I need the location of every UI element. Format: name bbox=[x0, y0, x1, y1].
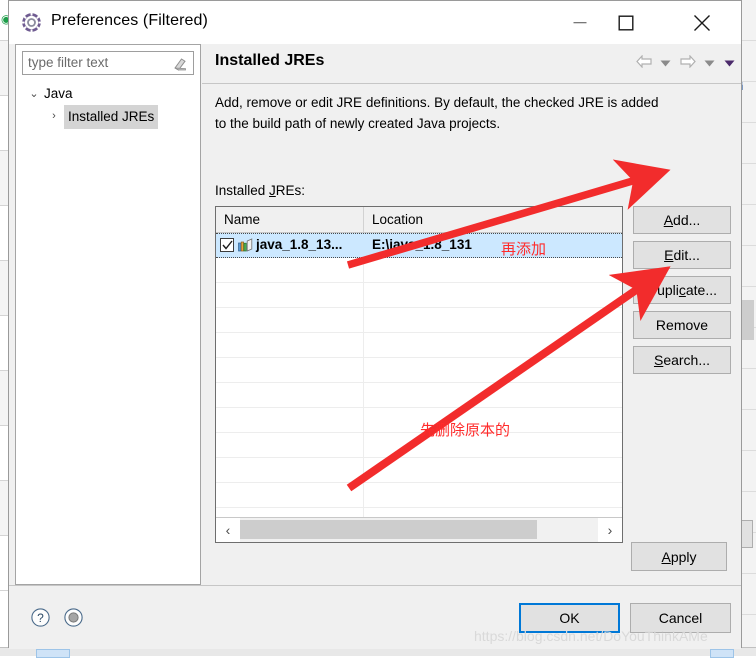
preferences-page-pane: Installed JREs Add, remove or edit JRE d… bbox=[202, 44, 741, 585]
jre-library-icon bbox=[238, 238, 253, 256]
preferences-dialog: Preferences (Filtered) type filter text bbox=[8, 0, 742, 649]
table-row[interactable] bbox=[216, 458, 622, 483]
table-cell-location: E:\java_1.8_131 bbox=[364, 234, 622, 257]
page-title: Installed JREs bbox=[215, 52, 325, 69]
back-dropdown-icon[interactable] bbox=[660, 55, 671, 70]
scrollbar-thumb[interactable] bbox=[240, 520, 537, 539]
column-header-location[interactable]: Location bbox=[364, 207, 622, 232]
dialog-body: type filter text ⌄ Java › Installed JREs bbox=[9, 44, 741, 585]
edit-button[interactable]: Edit... bbox=[633, 241, 731, 269]
page-header: Installed JREs bbox=[202, 44, 741, 84]
preferences-tree: ⌄ Java › Installed JREs bbox=[16, 83, 200, 129]
add-button[interactable]: Add... bbox=[633, 206, 731, 234]
table-row[interactable] bbox=[216, 308, 622, 333]
svg-text:?: ? bbox=[37, 611, 44, 625]
table-row[interactable] bbox=[216, 433, 622, 458]
table-header: Name Location bbox=[216, 207, 622, 233]
add-button-label: Add... bbox=[663, 212, 701, 228]
tree-item-installed-jres[interactable]: › Installed JREs bbox=[16, 105, 200, 129]
ok-button-label: OK bbox=[559, 610, 580, 626]
duplicate-button[interactable]: Duplicate... bbox=[633, 276, 731, 304]
preferences-tree-pane: type filter text ⌄ Java › Installed JREs bbox=[15, 44, 201, 585]
close-button[interactable] bbox=[679, 1, 725, 44]
forward-dropdown-icon[interactable] bbox=[704, 55, 715, 70]
view-menu-icon[interactable] bbox=[724, 55, 735, 70]
table-row[interactable] bbox=[216, 258, 622, 283]
installed-jres-label: Installed JREs: bbox=[215, 183, 305, 198]
table-cell-name-text: java_1.8_13... bbox=[256, 237, 343, 252]
apply-button[interactable]: Apply bbox=[631, 542, 727, 571]
preferences-gear-icon bbox=[21, 12, 42, 33]
cancel-button-label: Cancel bbox=[658, 610, 703, 626]
question-mark-icon[interactable]: ? bbox=[31, 608, 50, 630]
annotation-text-add: 再添加 bbox=[501, 241, 547, 258]
dialog-title: Preferences (Filtered) bbox=[51, 12, 208, 29]
row-checkbox[interactable] bbox=[220, 238, 234, 252]
scroll-right-arrow-icon[interactable]: › bbox=[598, 518, 622, 542]
chevron-right-icon[interactable]: › bbox=[46, 105, 62, 127]
filter-input-placeholder: type filter text bbox=[28, 55, 109, 70]
eraser-icon[interactable] bbox=[172, 57, 187, 74]
edit-button-label: Edit... bbox=[664, 247, 700, 263]
remove-button[interactable]: Remove bbox=[633, 311, 731, 339]
scroll-left-arrow-icon[interactable]: ‹ bbox=[216, 518, 240, 542]
tree-item-installed-jres-label: Installed JREs bbox=[64, 105, 159, 129]
table-row[interactable] bbox=[216, 358, 622, 383]
table-row[interactable]: java_1.8_13... E:\java_1.8_131 bbox=[216, 233, 622, 258]
table-row[interactable] bbox=[216, 408, 622, 433]
apply-button-label: Apply bbox=[661, 549, 697, 565]
scrollbar-track[interactable] bbox=[240, 518, 598, 542]
back-arrow-icon[interactable] bbox=[635, 54, 652, 71]
tree-item-java[interactable]: ⌄ Java bbox=[16, 83, 200, 105]
column-header-name[interactable]: Name bbox=[216, 207, 364, 232]
page-navigation-toolbar bbox=[631, 54, 736, 71]
search-button-label: Search... bbox=[653, 352, 711, 368]
annotation-text-remove: 先删除原本的 bbox=[420, 422, 511, 439]
table-body: java_1.8_13... E:\java_1.8_131 bbox=[216, 233, 622, 533]
background-scrollbar[interactable] bbox=[741, 300, 754, 340]
table-row[interactable] bbox=[216, 383, 622, 408]
table-horizontal-scrollbar[interactable]: ‹ › bbox=[216, 517, 622, 542]
forward-arrow-icon[interactable] bbox=[680, 54, 696, 71]
table-row[interactable] bbox=[216, 333, 622, 358]
remove-button-label: Remove bbox=[655, 317, 709, 333]
minimize-button[interactable] bbox=[557, 1, 603, 44]
maximize-button[interactable] bbox=[603, 1, 649, 44]
installed-jres-label-text: Installed JREs: bbox=[215, 183, 306, 198]
filter-input[interactable]: type filter text bbox=[22, 51, 194, 75]
table-cell-name: java_1.8_13... bbox=[216, 234, 364, 257]
table-cell-location-text: E:\java_1.8_131 bbox=[372, 237, 472, 252]
chevron-down-icon[interactable]: ⌄ bbox=[26, 83, 42, 105]
installed-jres-table[interactable]: Name Location java_1.8_13... E:\java_1.8… bbox=[215, 206, 623, 543]
circle-icon[interactable] bbox=[64, 608, 83, 630]
search-button[interactable]: Search... bbox=[633, 346, 731, 374]
tree-item-java-label: Java bbox=[44, 86, 73, 101]
table-row[interactable] bbox=[216, 283, 622, 308]
jre-action-buttons: Add... Edit... Duplicate... Remove Searc… bbox=[633, 206, 731, 381]
duplicate-button-label: Duplicate... bbox=[646, 282, 718, 298]
watermark-text: https://blog.csdn.net/DoYouThinkAMe bbox=[474, 628, 708, 644]
dialog-titlebar: Preferences (Filtered) bbox=[9, 1, 741, 44]
table-row[interactable] bbox=[216, 483, 622, 508]
page-description: Add, remove or edit JRE definitions. By … bbox=[215, 95, 659, 131]
